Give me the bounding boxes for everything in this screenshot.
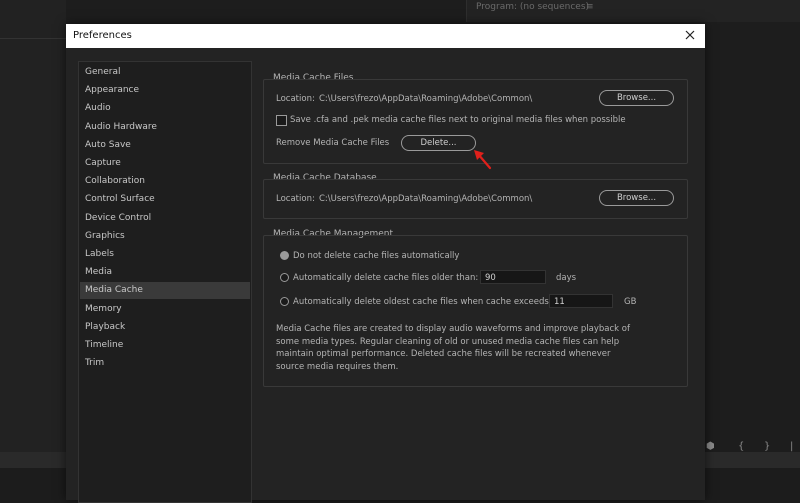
nav-item-general[interactable]: General bbox=[80, 64, 250, 81]
marker-icon[interactable]: ⬢ bbox=[706, 441, 715, 452]
save-cfa-pek-checkbox[interactable] bbox=[276, 115, 287, 126]
nav-item-label: Capture bbox=[85, 158, 121, 168]
nav-item-graphics[interactable]: Graphics bbox=[80, 228, 250, 245]
nav-item-label: Audio bbox=[85, 103, 111, 114]
preferences-category-list: General Appearance Audio Audio Hardware Auto… bbox=[78, 61, 252, 503]
close-button[interactable] bbox=[681, 26, 699, 44]
nav-item-label: Media bbox=[85, 267, 113, 278]
preferences-dialog: Preferences General Appearance Audio Audio … bbox=[66, 24, 705, 503]
nav-item-control-surface[interactable]: Control Surface bbox=[80, 191, 250, 208]
nav-item-label: Graphics bbox=[85, 230, 125, 241]
media-cache-description: Media Cache files are created to display… bbox=[276, 324, 631, 372]
nav-item-audio-hardware[interactable]: Audio Hardware bbox=[80, 119, 250, 136]
nav-item-timeline[interactable]: Timeline bbox=[80, 337, 250, 354]
nav-item-label: Memory bbox=[85, 303, 122, 314]
nav-item-label: Trim bbox=[85, 358, 105, 369]
cache-files-location-label: Location: bbox=[276, 94, 315, 104]
close-icon bbox=[685, 30, 695, 40]
cache-files-browse-button[interactable]: Browse... bbox=[599, 90, 674, 106]
out-point-icon[interactable]: } bbox=[764, 441, 770, 452]
nav-item-labels[interactable]: Labels bbox=[80, 246, 250, 263]
nav-item-trim[interactable]: Trim bbox=[80, 355, 250, 372]
nav-item-appearance[interactable]: Appearance bbox=[80, 82, 250, 99]
database-browse-button[interactable]: Browse... bbox=[599, 190, 674, 206]
nav-item-label: Appearance bbox=[85, 85, 140, 96]
database-location-label: Location: bbox=[276, 194, 315, 204]
gb-input[interactable]: 11 bbox=[549, 294, 613, 308]
nav-item-label: Device Control bbox=[85, 212, 152, 223]
background-left-panel bbox=[0, 0, 66, 500]
background-divider bbox=[0, 38, 66, 39]
program-monitor-label: Program: (no sequences) bbox=[476, 2, 590, 12]
annotation-arrow-icon bbox=[474, 150, 492, 170]
nav-item-label: Auto Save bbox=[85, 139, 131, 150]
nav-item-label: Media Cache bbox=[85, 285, 143, 296]
older-than-label: Automatically delete cache files older t… bbox=[293, 273, 479, 283]
nav-item-media[interactable]: Media bbox=[80, 264, 250, 281]
dialog-title: Preferences bbox=[73, 30, 132, 41]
gb-unit-label: GB bbox=[624, 297, 637, 307]
nav-item-label: Labels bbox=[85, 249, 114, 259]
nav-item-media-cache[interactable]: Media Cache bbox=[80, 282, 250, 300]
no-delete-radio[interactable] bbox=[280, 251, 289, 260]
nav-item-capture[interactable]: Capture bbox=[80, 155, 250, 172]
go-to-in-icon[interactable]: | bbox=[790, 441, 793, 452]
delete-cache-button[interactable]: Delete... bbox=[401, 135, 476, 151]
cache-exceeds-radio[interactable] bbox=[280, 297, 289, 306]
nav-item-label: Collaboration bbox=[85, 176, 145, 187]
days-input[interactable]: 90 bbox=[480, 270, 546, 284]
save-cfa-pek-label: Save .cfa and .pek media cache files nex… bbox=[290, 115, 626, 125]
nav-item-label: General bbox=[85, 67, 121, 77]
nav-item-label: Audio Hardware bbox=[85, 121, 157, 132]
nav-item-auto-save[interactable]: Auto Save bbox=[80, 137, 250, 154]
nav-item-device-control[interactable]: Device Control bbox=[80, 210, 250, 227]
nav-item-collaboration[interactable]: Collaboration bbox=[80, 173, 250, 190]
no-delete-label: Do not delete cache files automatically bbox=[293, 251, 460, 261]
in-point-icon[interactable]: { bbox=[738, 441, 744, 452]
dialog-titlebar: Preferences bbox=[66, 24, 705, 48]
nav-item-audio[interactable]: Audio bbox=[80, 100, 250, 117]
cache-files-location-path: C:\Users\frezo\AppData\Roaming\Adobe\Com… bbox=[319, 94, 533, 104]
nav-item-playback[interactable]: Playback bbox=[80, 319, 250, 336]
remove-cache-files-label: Remove Media Cache Files bbox=[276, 138, 390, 148]
days-unit-label: days bbox=[556, 273, 577, 283]
nav-item-label: Timeline bbox=[85, 340, 124, 350]
database-location-path: C:\Users\frezo\AppData\Roaming\Adobe\Com… bbox=[319, 194, 533, 204]
nav-item-memory[interactable]: Memory bbox=[80, 301, 250, 318]
cache-exceeds-label: Automatically delete oldest cache files … bbox=[293, 297, 552, 307]
nav-item-label: Playback bbox=[85, 321, 126, 332]
older-than-radio[interactable] bbox=[280, 273, 289, 282]
menu-icon[interactable]: ≡ bbox=[586, 2, 594, 12]
nav-item-label: Control Surface bbox=[85, 194, 155, 205]
